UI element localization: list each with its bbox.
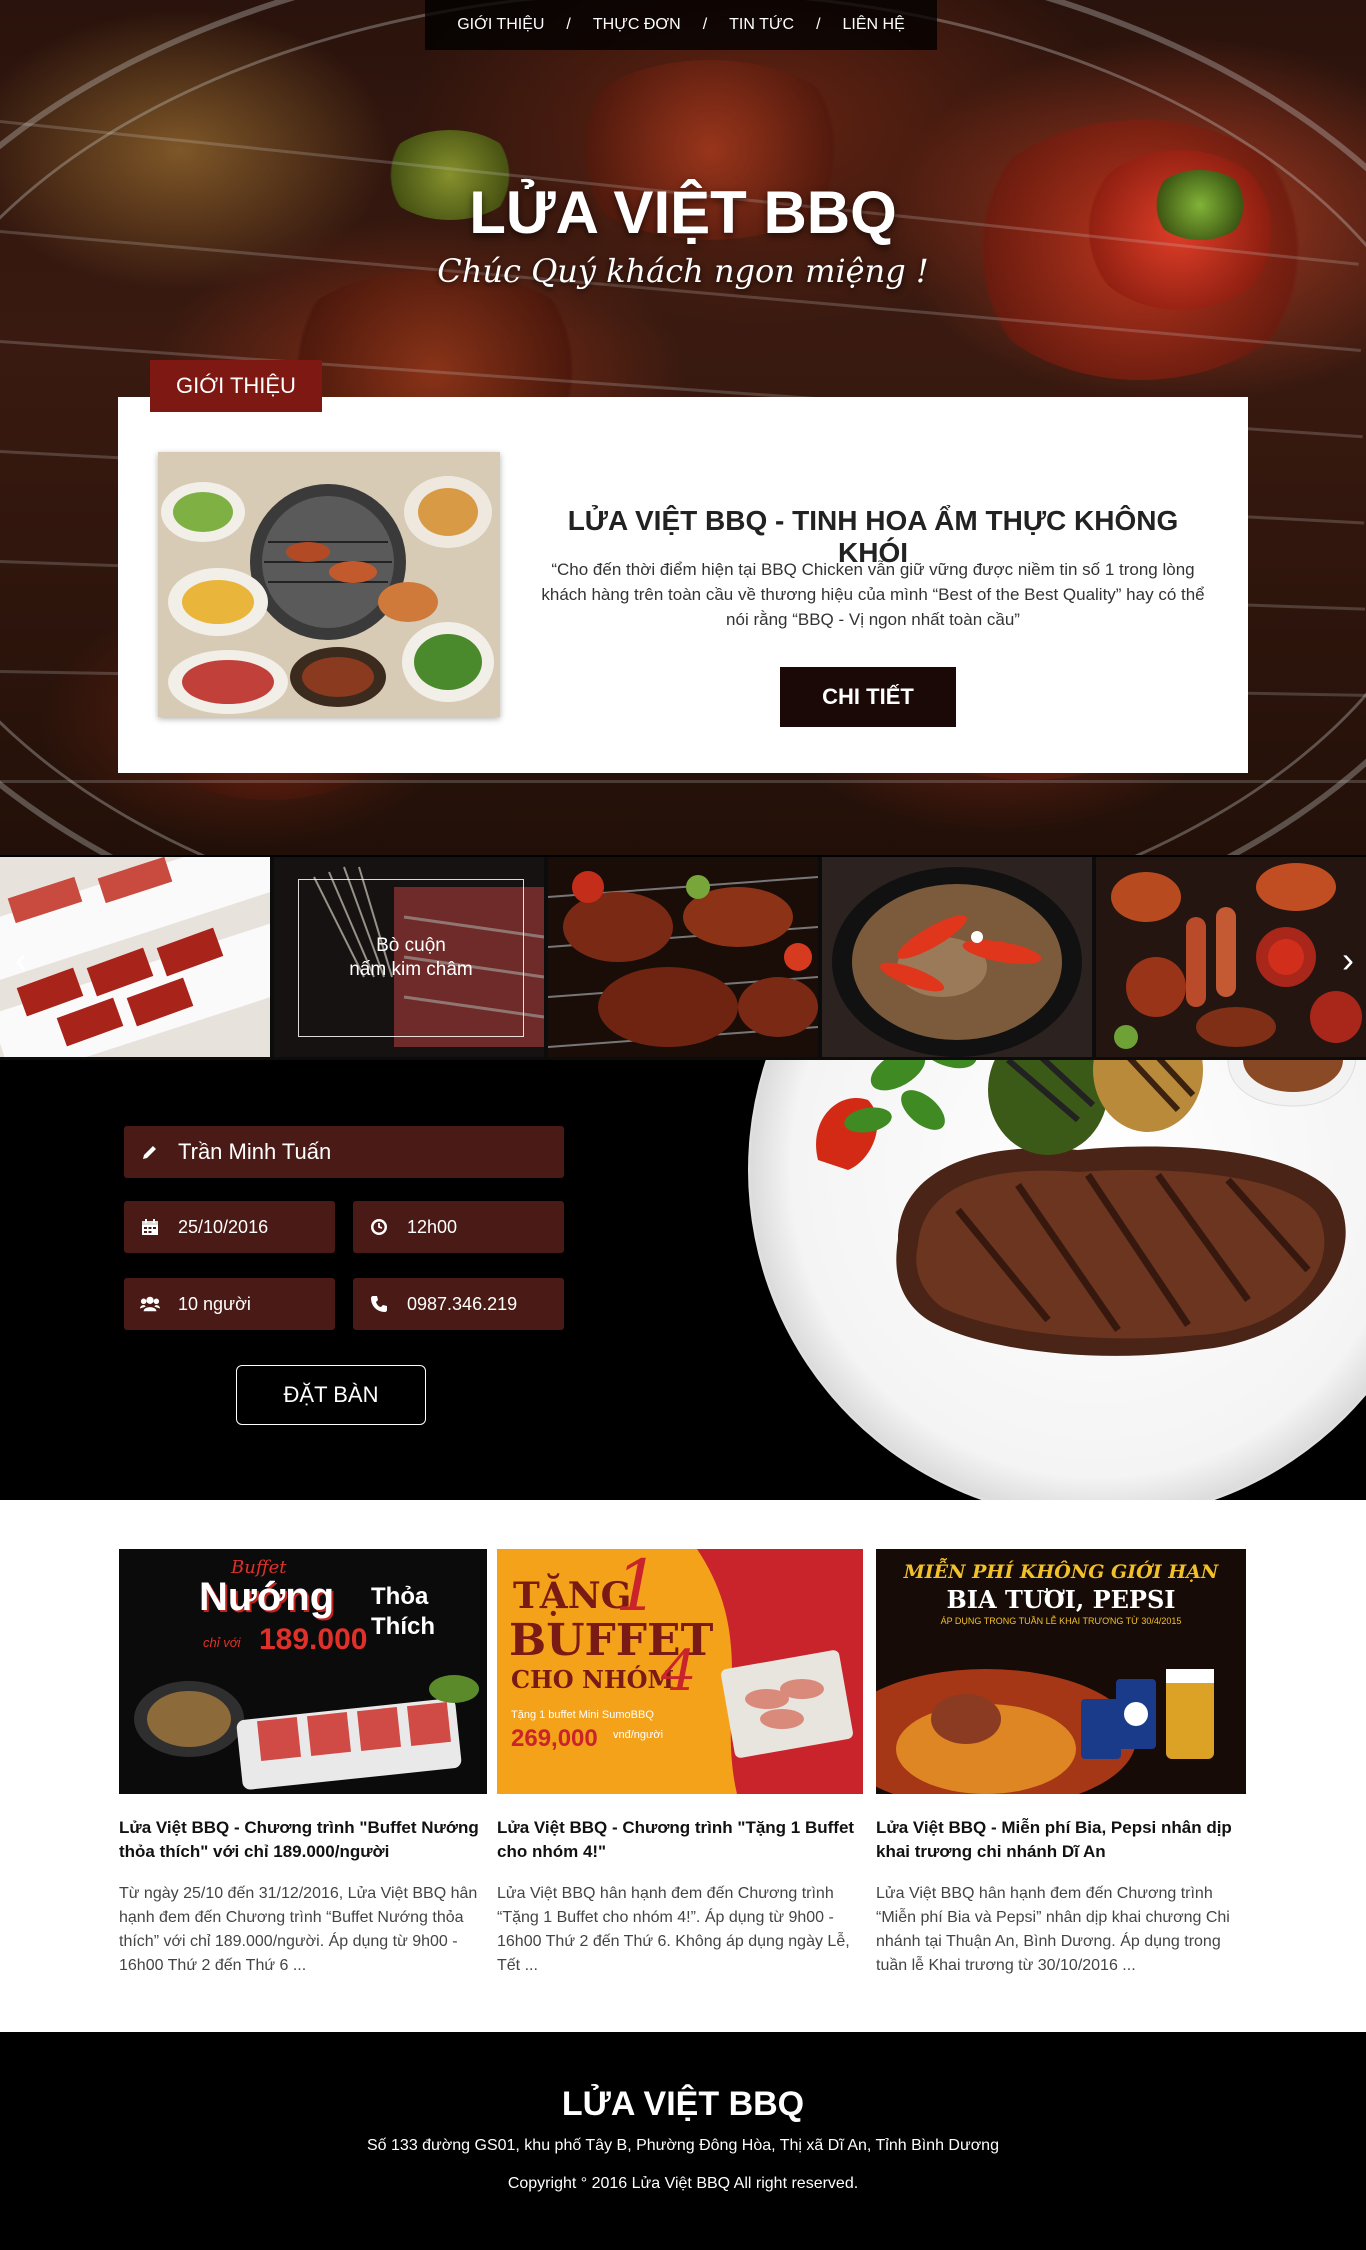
bbq-table-image [158,452,500,717]
phone-icon [369,1294,389,1314]
guests-field[interactable]: 10 người [124,1278,335,1330]
poster-price: 189.000 [259,1623,368,1656]
phone-value: 0987.346.219 [407,1293,518,1314]
gallery-item[interactable] [0,857,270,1057]
hero-section: GIỚI THIỆU / THỰC ĐƠN / TIN TỨC / LIÊN H… [0,0,1366,855]
group-buffet-poster-text: TẶNG 1 BUFFET CHO NHÓM 4 Tặng 1 buffet M… [497,1549,863,1794]
name-field[interactable]: Trần Minh Tuấn [124,1126,564,1178]
date-value: 25/10/2016 [178,1216,269,1237]
news-excerpt: Lửa Việt BBQ hân hạnh đem đến Chương trì… [876,1885,1230,1974]
food-gallery: Bò cuộn nấm kim châm ‹ › [0,857,1366,1060]
users-icon [140,1294,160,1314]
phone-field[interactable]: 0987.346.219 [353,1278,564,1330]
gallery-item[interactable] [822,857,1092,1057]
news-title[interactable]: Lửa Việt BBQ - Miễn phí Bia, Pepsi nhân … [876,1816,1246,1864]
detail-button[interactable]: CHI TIẾT [780,667,956,727]
news-image-buffet: Buffet Nướng Thỏa Thích chỉ với 189.000 [119,1549,487,1794]
news-card[interactable]: MIỄN PHÍ KHÔNG GIỚI HẠN BIA TƯƠI, PEPSI … [876,1549,1246,1978]
poster-small-text: Tặng 1 buffet Mini SumoBBQ [511,1709,654,1721]
pencil-icon [140,1142,160,1162]
chevron-left-icon[interactable]: ‹ [6,942,36,978]
clock-icon [369,1217,389,1237]
gallery-item[interactable] [548,857,818,1057]
poster-price-prefix: chỉ với [203,1635,241,1650]
gallery-item-featured[interactable]: Bò cuộn nấm kim châm [274,857,544,1057]
intro-panel: LỬA VIỆT BBQ - TINH HOA ẨM THỰC KHÔNG KH… [118,397,1248,773]
gallery-item[interactable] [1096,857,1366,1057]
gallery-caption: Bò cuộn nấm kim châm [298,879,524,1037]
steak-plate-image [748,1060,1366,1500]
nav-item-gioi-thieu[interactable]: GIỚI THIỆU [435,16,566,34]
poster-group-label: CHO NHÓM [511,1665,675,1694]
name-value: Trần Minh Tuấn [178,1139,332,1164]
footer-copyright: Copyright ° 2016 Lửa Việt BBQ All right … [507,2175,859,2192]
calendar-icon [140,1217,160,1237]
main-nav: GIỚI THIỆU / THỰC ĐƠN / TIN TỨC / LIÊN H… [425,0,937,50]
time-field[interactable]: 12h00 [353,1201,564,1253]
poster-tang-label: TẶNG [513,1575,632,1617]
intro-description: “Cho đến thời điểm hiện tại BBQ Chicken … [541,560,1205,629]
poster-price: 269,000 [511,1725,598,1752]
grill-bar-decoration [0,780,1366,783]
gallery-photo-sausages [1096,857,1366,1057]
footer-brand: LỬA VIỆT BBQ [561,2085,805,2123]
footer-address: Số 133 đường GS01, khu phố Tây B, Phường… [367,2137,999,2154]
intro-food-photo [158,452,500,717]
news-excerpt: Từ ngày 25/10 đến 31/12/2016, Lửa Việt B… [119,1885,478,1974]
booking-section: Trần Minh Tuấn 25/10/2016 12h00 10 người… [0,1060,1366,1500]
news-title[interactable]: Lửa Việt BBQ - Chương trình "Buffet Nướn… [119,1816,487,1864]
nav-item-thuc-don[interactable]: THỰC ĐƠN [571,16,703,34]
news-image-group-buffet: TẶNG 1 BUFFET CHO NHÓM 4 Tặng 1 buffet M… [497,1549,863,1794]
site-tagline: Chúc Quý khách ngon miệng ! [437,252,929,290]
news-excerpt: Lửa Việt BBQ hân hạnh đem đến Chương trì… [497,1885,850,1974]
guests-value: 10 người [178,1293,251,1314]
news-image-free-beer: MIỄN PHÍ KHÔNG GIỚI HẠN BIA TƯƠI, PEPSI … [876,1549,1246,1794]
site-title: LỬA VIỆT BBQ [469,179,897,246]
poster-nuong-label: Nướng [199,1575,335,1619]
news-title[interactable]: Lửa Việt BBQ - Chương trình "Tặng 1 Buff… [497,1816,863,1864]
chevron-right-icon[interactable]: › [1333,942,1363,978]
time-value: 12h00 [407,1216,458,1237]
news-card[interactable]: TẶNG 1 BUFFET CHO NHÓM 4 Tặng 1 buffet M… [497,1549,863,1978]
date-field[interactable]: 25/10/2016 [124,1201,335,1253]
poster-thoa-label: Thỏa [371,1583,429,1610]
steak-illustration [816,1060,1356,1356]
poster-number-four: 4 [661,1639,697,1704]
gallery-photo-ribs [0,857,270,1057]
nav-item-lien-he[interactable]: LIÊN HỆ [821,16,927,34]
gallery-caption-text: Bò cuộn nấm kim châm [349,935,473,980]
gallery-photo-soup [822,857,1092,1057]
poster-price-unit: vnđ/người [613,1729,664,1741]
gallery-photo-grilled-meat [548,857,818,1057]
intro-section-tab: GIỚI THIỆU [150,360,322,412]
nav-item-tin-tuc[interactable]: TIN TỨC [707,16,816,34]
poster-thich-label: Thích [371,1613,435,1640]
poster-free-label: MIỄN PHÍ KHÔNG GIỚI HẠN [903,1561,1219,1583]
poster-date-label: ÁP DỤNG TRONG TUẦN LỄ KHAI TRƯƠNG TỪ 30/… [940,1616,1182,1626]
book-table-button[interactable]: ĐẶT BÀN [236,1365,426,1425]
site-footer: LỬA VIỆT BBQ Số 133 đường GS01, khu phố … [0,2032,1366,2250]
free-beer-poster-text: MIỄN PHÍ KHÔNG GIỚI HẠN BIA TƯƠI, PEPSI … [876,1549,1246,1626]
news-section: Buffet Nướng Thỏa Thích chỉ với 189.000 … [0,1500,1366,2032]
news-card[interactable]: Buffet Nướng Thỏa Thích chỉ với 189.000 … [119,1549,487,1978]
poster-beer-label: BIA TƯƠI, PEPSI [946,1585,1176,1614]
